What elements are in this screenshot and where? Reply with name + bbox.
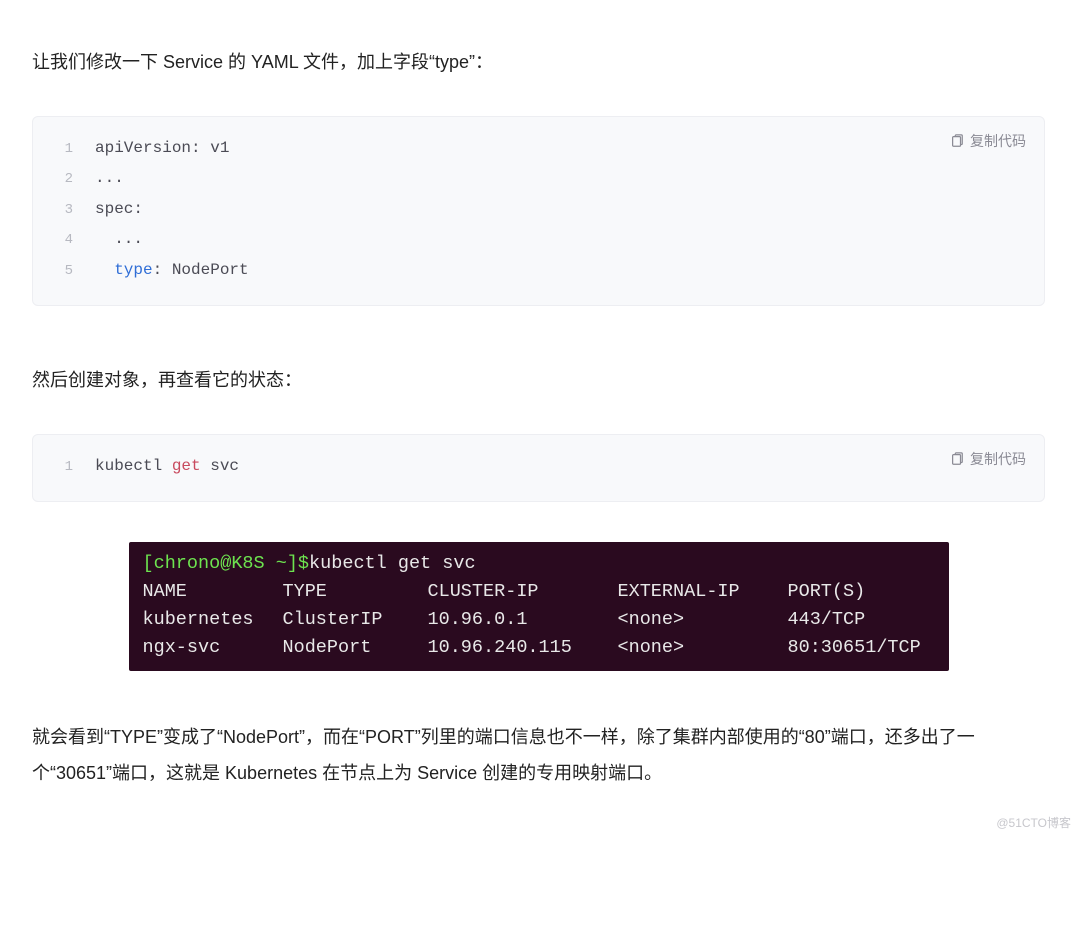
watermark: @51CTO博客 [996, 814, 1071, 831]
code-line: apiVersion: v1 [95, 133, 229, 163]
code-line: type: NodePort [95, 255, 249, 285]
line-number: 5 [53, 258, 73, 285]
line-number: 2 [53, 166, 73, 193]
table-header-row: NAME TYPE CLUSTER-IP EXTERNAL-IP PORT(S) [143, 578, 935, 606]
copy-button[interactable]: 复制代码 [950, 449, 1026, 469]
copy-icon [950, 134, 964, 148]
copy-icon [950, 452, 964, 466]
table-row: kubernetes ClusterIP 10.96.0.1 <none> 44… [143, 606, 935, 634]
code-line: ... [95, 224, 143, 254]
conclusion-paragraph: 就会看到“TYPE”变成了“NodePort”，而在“PORT”列里的端口信息也… [32, 719, 1045, 791]
code-block-yaml: 复制代码 1 apiVersion: v1 2... 3 spec: 4 ... 5… [32, 116, 1045, 306]
copy-button[interactable]: 复制代码 [950, 131, 1026, 151]
line-number: 1 [53, 136, 73, 163]
table-row: ngx-svc NodePort 10.96.240.115 <none> 80… [143, 634, 935, 662]
line-number: 3 [53, 197, 73, 224]
code-line: kubectl get svc [95, 451, 239, 481]
line-number: 1 [53, 454, 73, 481]
intro-paragraph-2: 然后创建对象，再查看它的状态： [32, 362, 1045, 398]
copy-label: 复制代码 [970, 131, 1026, 151]
code-block-shell: 复制代码 1 kubectl get svc [32, 434, 1045, 502]
code-line: spec: [95, 194, 143, 224]
terminal-output: [chrono@K8S ~]$kubectl get svc NAME TYPE… [129, 542, 949, 671]
copy-label: 复制代码 [970, 449, 1026, 469]
code-line: ... [95, 163, 124, 193]
line-number: 4 [53, 227, 73, 254]
terminal-prompt: [chrono@K8S ~]$ [143, 553, 310, 574]
intro-paragraph-1: 让我们修改一下 Service 的 YAML 文件，加上字段“type”： [32, 44, 1045, 80]
terminal-command: kubectl get svc [309, 553, 476, 574]
